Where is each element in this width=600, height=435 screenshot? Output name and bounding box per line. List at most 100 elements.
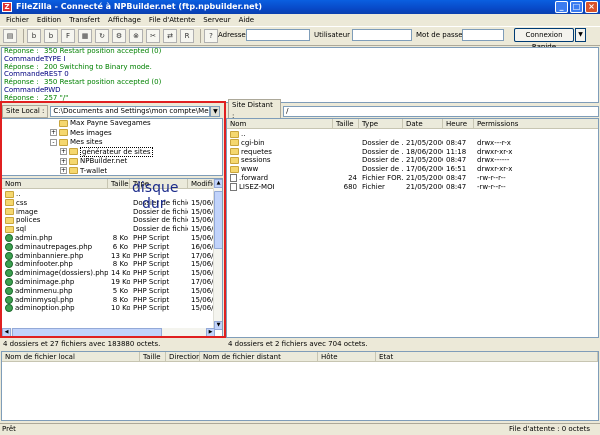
cell-date: 21/05/2006	[403, 174, 443, 183]
col-header-remote-file[interactable]: Nom de fichier distant	[200, 352, 318, 361]
file-row[interactable]: .forward 24 Fichier FOR...21/05/200608:47 -…	[227, 173, 598, 183]
file-row[interactable]: sessions Dossier de ...21/05/200608:47 drw…	[227, 156, 598, 165]
queue-size-text: File d'attente : 0 octets	[509, 425, 590, 433]
cell-text: drwx---r-x	[477, 138, 511, 147]
toggle-queue-icon[interactable]: ▦	[78, 29, 92, 43]
folder-icon	[230, 156, 239, 164]
menu-aide[interactable]: Aide	[235, 14, 258, 26]
toggle-local-tree-icon[interactable]: b	[44, 29, 58, 43]
message-log[interactable]: Réponse :350 Restart position accepted (…	[1, 47, 599, 103]
help-icon[interactable]: ?	[204, 29, 218, 43]
site-manager-icon[interactable]: ▤	[3, 29, 17, 43]
file-row[interactable]: www Dossier de ...17/06/200616:51 drwxr-xr…	[227, 165, 598, 174]
cell-text: Dossier de ...	[362, 138, 403, 147]
cell-text: 16:51	[446, 165, 467, 174]
folder-icon	[230, 165, 239, 173]
toolbar-separator	[23, 29, 24, 43]
reconnect-icon[interactable]: ⇄	[163, 29, 177, 43]
cell-text: -rw-r--r--	[477, 182, 506, 191]
col-header-taille[interactable]: Taille	[333, 119, 359, 128]
quick-connect-dropdown-icon[interactable]: ▼	[575, 28, 586, 42]
remote-file-pane[interactable]: Nom Taille Type Date Heure Permissions .…	[226, 118, 599, 338]
col-header-nom[interactable]: Nom	[227, 119, 333, 128]
compare-icon[interactable]: R	[180, 29, 194, 43]
cell-text: 21/05/2006	[406, 138, 443, 147]
col-header-type[interactable]: Type	[359, 119, 403, 128]
quick-connect-button[interactable]: Connexion Rapide	[514, 28, 574, 51]
log-line: Réponse :350 Restart position accepted (…	[4, 48, 598, 56]
cell-text: Dossier de ...	[362, 147, 403, 156]
cell-text: 18/06/2006	[406, 147, 443, 156]
cancel-icon[interactable]: ⊗	[129, 29, 143, 43]
cell-date: 17/06/2006	[403, 165, 443, 174]
cell-text: 11:18	[446, 147, 467, 156]
cell-name: cgi-bin	[227, 139, 333, 148]
toggle-remote-tree-icon[interactable]: F	[61, 29, 75, 43]
file-row[interactable]: LISEZ-MOI 680 Fichier 21/05/2006 08:47 -rw-r-…	[227, 182, 598, 192]
cell-size	[333, 130, 359, 139]
col-header-direction[interactable]: Direction	[166, 352, 200, 361]
transfer-queue[interactable]: Nom de fichier local Taille Direction No…	[1, 351, 599, 421]
log-text: REST 0	[44, 70, 69, 79]
toggle-log-icon[interactable]: b	[27, 29, 41, 43]
disconnect-icon[interactable]: ✂	[146, 29, 160, 43]
queue-header: Nom de fichier local Taille Direction No…	[2, 352, 598, 362]
cell-text: 08:47	[446, 182, 467, 191]
col-header-size[interactable]: Taille	[140, 352, 166, 361]
cell-text: drwxr-xr-x	[477, 165, 513, 174]
remote-path-input[interactable]: /	[283, 105, 599, 117]
file-row[interactable]: requetes Dossier de ...18/06/200611:18 drw…	[227, 147, 598, 157]
cell-perm: drwxr-xr-x	[474, 165, 598, 174]
menu-file-attente[interactable]: File d'Attente	[145, 14, 199, 26]
user-label: Utilisateur :	[314, 31, 355, 39]
folder-icon	[230, 148, 239, 156]
col-header-local-file[interactable]: Nom de fichier local	[2, 352, 140, 361]
cell-date: 21/05/2006	[403, 183, 443, 192]
minimize-button[interactable]: _	[555, 1, 568, 13]
col-header-permissions[interactable]: Permissions	[474, 119, 598, 128]
cell-name: LISEZ-MOI	[227, 182, 333, 192]
cell-text: LISEZ-MOI	[239, 182, 275, 191]
menu-serveur[interactable]: Serveur	[199, 14, 234, 26]
menu-affichage[interactable]: Affichage	[104, 14, 145, 26]
password-input[interactable]	[462, 29, 504, 41]
cell-text: Dossier de ...	[362, 156, 403, 165]
cell-size	[333, 156, 359, 165]
cell-time: 08:47	[443, 139, 474, 148]
cell-text: ..	[241, 130, 246, 138]
col-header-host[interactable]: Hôte	[318, 352, 376, 361]
process-queue-icon[interactable]: ⚙	[112, 29, 126, 43]
annotation-line-1: disque	[132, 180, 179, 196]
cell-type	[359, 130, 403, 139]
log-text: 350 Restart position accepted (0)	[44, 47, 162, 55]
menu-fichier[interactable]: Fichier	[2, 14, 33, 26]
menu-transfert[interactable]: Transfert	[65, 14, 104, 26]
file-row[interactable]: cgi-bin Dossier de ...21/05/200608:47 drwx…	[227, 138, 598, 148]
log-line: Commande :PWD	[4, 86, 598, 95]
close-button[interactable]: ×	[585, 1, 598, 13]
menu-bar: Fichier Edition Transfert Affichage File…	[0, 14, 600, 26]
cell-time: 08:47	[443, 183, 474, 192]
menu-edition[interactable]: Edition	[33, 14, 65, 26]
cell-type: Fichier	[359, 183, 403, 192]
col-header-heure[interactable]: Heure	[443, 119, 474, 128]
user-input[interactable]	[352, 29, 412, 41]
address-input[interactable]	[246, 29, 310, 41]
window-titlebar[interactable]: Z FileZilla - Connecté à NPBuilder.net (…	[0, 0, 600, 14]
log-text: TYPE I	[44, 54, 66, 63]
col-header-state[interactable]: Etat	[376, 352, 598, 361]
cell-text: Fichier	[362, 182, 385, 191]
refresh-icon[interactable]: ↻	[95, 29, 109, 43]
status-bar: Prêt File d'attente : 0 octets	[0, 423, 600, 434]
cell-perm	[474, 130, 598, 139]
maximize-button[interactable]: □	[570, 1, 583, 13]
cell-text: drwx------	[477, 156, 510, 165]
file-row[interactable]: ..	[227, 130, 598, 139]
log-text: 350 Restart position accepted (0)	[44, 78, 162, 87]
cell-time	[443, 130, 474, 139]
cell-name: requetes	[227, 148, 333, 157]
cell-time: 08:47	[443, 174, 474, 183]
col-header-date[interactable]: Date	[403, 119, 443, 128]
annotation-line-2: dur	[142, 196, 166, 212]
cell-name: www	[227, 165, 333, 174]
